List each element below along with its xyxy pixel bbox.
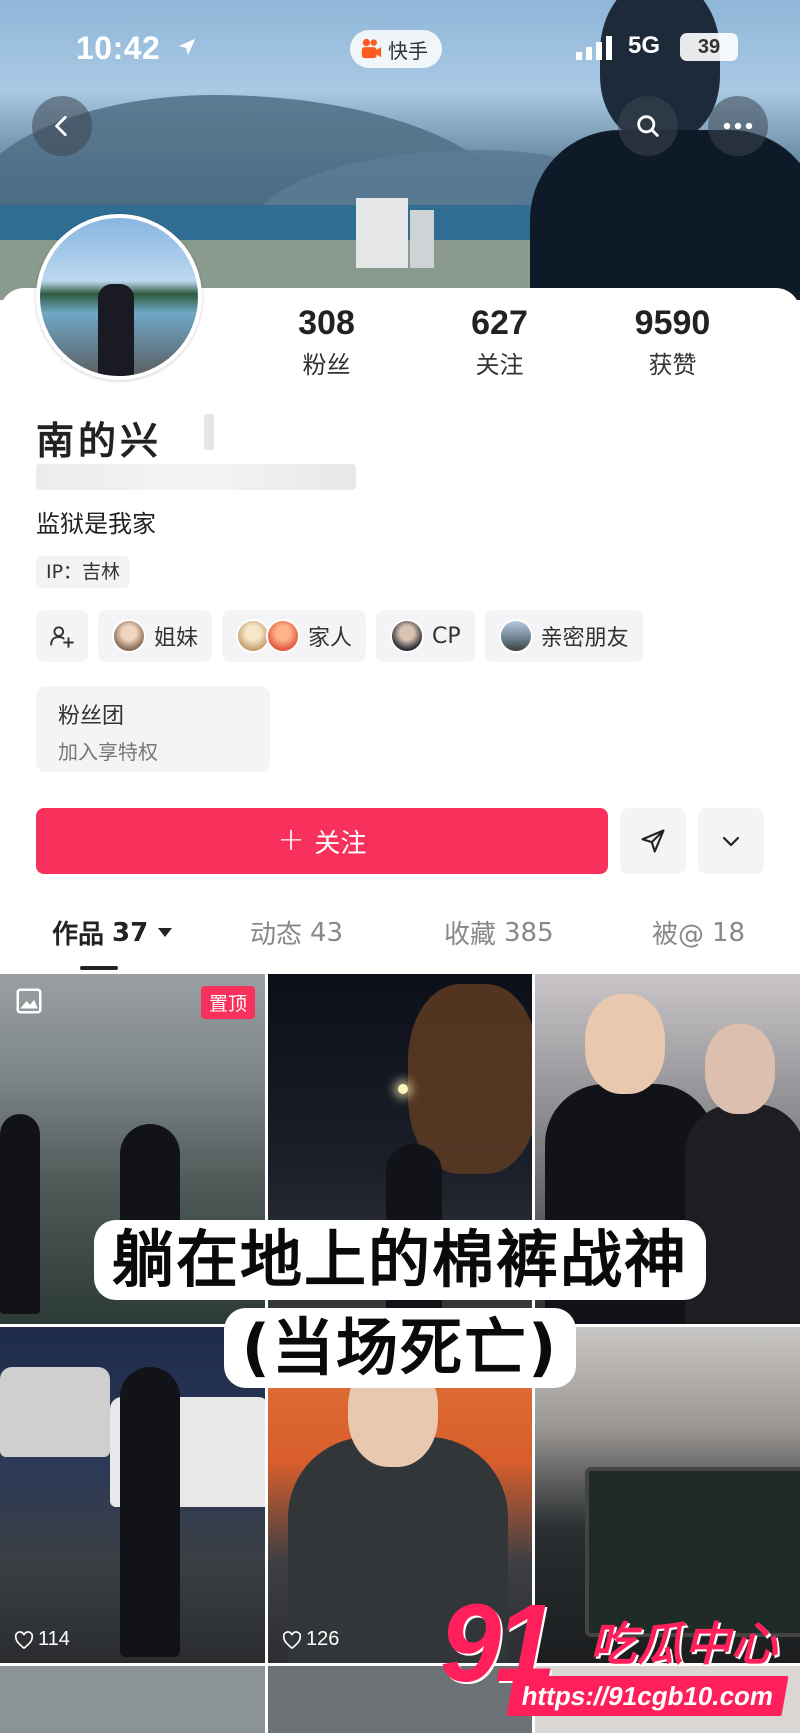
thumb-face [705,1024,775,1114]
relation-chip-cp[interactable]: CP [376,610,475,662]
location-arrow-icon [178,38,196,56]
tab-label: 收藏 [444,920,497,950]
avatar[interactable] [36,214,202,380]
battery-level: 39 [680,33,738,61]
friend-avatar [266,619,301,653]
status-time: 10:42 [76,30,161,66]
stat-following[interactable]: 627 关注 [413,304,586,380]
chevron-left-icon [55,115,67,137]
search-button[interactable] [618,96,678,156]
relation-chip-family[interactable]: 家人 [222,610,367,662]
work-thumbnail[interactable] [0,1666,265,1733]
status-bar: 10:42 快手 5G 39 [0,30,800,70]
tab-favorites[interactable]: 收藏 385 [444,914,554,951]
friend-avatar [112,619,146,653]
tab-label: 作品 [52,920,105,950]
profile-username: 南的兴 [36,419,163,463]
tab-works[interactable]: 作品 37 [52,914,173,951]
like-count: 126 [282,1628,339,1651]
relation-label: CP [432,623,461,649]
heart-icon [282,1630,302,1649]
watermark-name: 吃瓜中心 [590,1617,778,1671]
kuaishou-logo-icon [361,38,382,59]
stat-followers[interactable]: 308 粉丝 [240,304,413,380]
relation-chip-close-friends[interactable]: 亲密朋友 [484,610,643,662]
watermark-url: https://91cgb10.com [506,1676,789,1716]
search-icon [637,115,659,137]
caption-line-2: (当场死亡) [223,1308,577,1389]
network-type: 5G [628,32,661,59]
kuaishou-app-pill: 快手 [350,30,442,68]
friend-avatar [236,619,271,653]
relationship-row: 姐妹 家人 CP 亲密朋友 [36,610,643,662]
like-value: 114 [38,1628,70,1650]
image-post-icon [16,988,42,1014]
thumb-figure [120,1367,180,1657]
fan-group-title: 粉丝团 [58,704,125,729]
tab-count: 385 [504,917,554,948]
caret-down-icon [158,928,173,937]
back-button[interactable] [32,96,92,156]
profile-stats: 308 粉丝 627 关注 9590 获赞 [240,304,800,380]
ip-location-tag: IP：吉林 [36,556,131,588]
relation-label: 家人 [308,626,353,651]
stat-likes[interactable]: 9590 获赞 [586,304,759,380]
stat-label: 关注 [475,351,524,379]
more-options-button[interactable] [708,96,768,156]
add-relation-button[interactable] [36,610,88,662]
stat-value: 627 [471,304,528,342]
tab-count: 18 [712,917,746,948]
blurred-badge [204,414,214,450]
tab-label: 被@ [652,920,705,950]
pinned-badge: 置顶 [200,986,255,1019]
ellipsis-icon [723,122,753,130]
expand-recommendations-button[interactable] [698,808,764,874]
active-tab-indicator [80,966,118,970]
stat-value: 308 [298,304,355,342]
like-count: 114 [14,1628,70,1651]
like-value: 126 [306,1628,340,1650]
paper-plane-icon [641,829,665,853]
chevron-down-icon [722,836,740,847]
follow-button[interactable]: + 关注 [36,808,608,874]
heart-icon [14,1630,34,1649]
tab-moments[interactable]: 动态 43 [250,914,343,951]
stat-label: 粉丝 [302,351,351,379]
caption-overlay: 躺在地上的棉裤战神 (当场死亡) [40,1220,760,1389]
plus-icon: + [277,820,305,858]
site-watermark: 91 吃瓜中心 https://91cgb10.com [440,1580,800,1733]
profile-bio: 监狱是我家 [36,510,156,538]
blurred-user-id [36,464,356,490]
thumb-figure [0,1114,40,1314]
thumb-streetlight [398,1084,408,1094]
caption-line-1: 躺在地上的棉裤战神 [93,1220,706,1301]
content-tabs: 作品 37 动态 43 收藏 385 被@ 18 [0,914,800,970]
banner-building [410,210,434,268]
thumb-tree [408,984,532,1174]
tab-count: 37 [112,917,149,948]
cellular-signal-icon [576,36,612,60]
send-message-button[interactable] [620,808,686,874]
thumb-face [585,994,665,1094]
friend-avatar [498,619,533,653]
fan-group-subtitle: 加入享特权 [58,740,158,764]
tab-count: 43 [310,917,344,948]
follow-label: 关注 [314,828,367,859]
tab-label: 动态 [250,920,303,950]
relation-label: 亲密朋友 [540,626,629,651]
app-name: 快手 [388,38,428,63]
relation-chip-sisters[interactable]: 姐妹 [98,610,213,662]
friend-avatar [390,619,425,653]
add-user-icon [50,626,74,648]
tab-mentioned[interactable]: 被@ 18 [652,914,745,951]
fan-group-card[interactable]: 粉丝团 加入享特权 [36,686,270,772]
stat-value: 9590 [634,304,711,342]
stat-label: 获赞 [648,351,697,379]
banner-building [356,198,408,268]
relation-label: 姐妹 [154,626,199,651]
